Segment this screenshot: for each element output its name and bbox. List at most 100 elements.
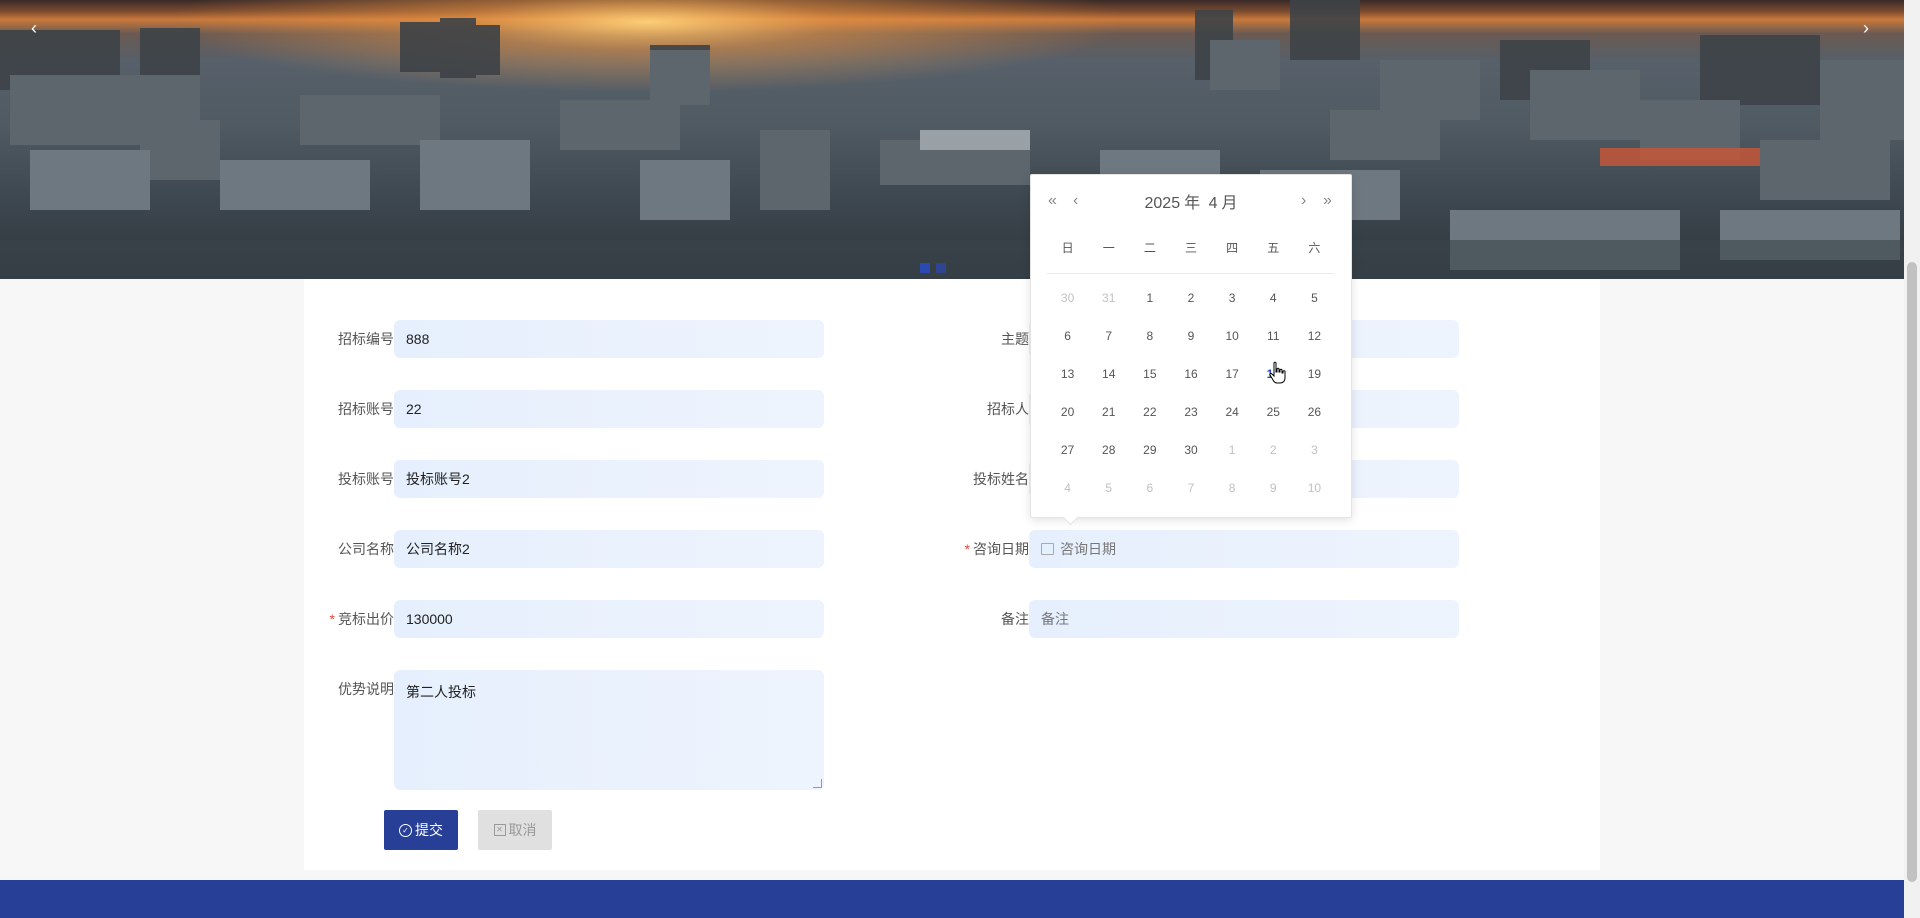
calendar-day[interactable]: 13 (1047, 355, 1088, 393)
hand-cursor-icon (1269, 361, 1286, 384)
bid-number-input[interactable]: 888 (394, 320, 824, 358)
picker-month[interactable]: 4 (1209, 195, 1218, 212)
label-bid-number: 招标编号 (338, 331, 394, 347)
calendar-day[interactable]: 6 (1129, 469, 1170, 507)
weekday-label: 三 (1184, 241, 1197, 255)
label-company-name: 公司名称 (338, 541, 394, 557)
banner-prev-arrow[interactable]: ‹ (22, 16, 46, 40)
next-year-button[interactable]: » (1323, 191, 1332, 211)
cancel-label: 取消 (508, 822, 537, 838)
page-footer (0, 880, 1904, 918)
weekday-label: 二 (1143, 241, 1156, 255)
weekday-label: 一 (1102, 241, 1115, 255)
label-remark: 备注 (1001, 611, 1029, 627)
calendar-day[interactable]: 9 (1170, 317, 1211, 355)
page-scrollbar[interactable] (1904, 0, 1920, 918)
weekday-header: 日 一 二 三 四 五 六 (1047, 239, 1335, 256)
calendar-day[interactable]: 30 (1170, 431, 1211, 469)
city-skyline-image (0, 0, 1904, 279)
required-mark: * (329, 611, 335, 627)
bid-price-input[interactable]: 130000 (394, 600, 824, 638)
calendar-day[interactable]: 4 (1253, 279, 1294, 317)
calendar-day[interactable]: 23 (1170, 393, 1211, 431)
date-picker-popup: « ‹ 2025 年 4月 › » 日 一 二 三 四 五 六 30 31 1 2 3 4 5… (1030, 174, 1352, 526)
calendar-day[interactable]: 19 (1294, 355, 1335, 393)
calendar-day[interactable]: 6 (1047, 317, 1088, 355)
company-name-input[interactable]: 公司名称2 (394, 530, 824, 568)
calendar-day[interactable]: 10 (1294, 469, 1335, 507)
calendar-day[interactable]: 22 (1129, 393, 1170, 431)
calendar-day[interactable]: 24 (1212, 393, 1253, 431)
advantage-text: 第二人投标 (406, 684, 476, 700)
weekday-label: 五 (1267, 241, 1280, 255)
label-advantage: 优势说明 (338, 681, 394, 697)
consult-date-input[interactable]: 咨询日期 (1029, 530, 1459, 568)
calendar-day[interactable]: 16 (1170, 355, 1211, 393)
advantage-textarea[interactable]: 第二人投标 (394, 670, 824, 790)
submit-label: 提交 (415, 822, 443, 838)
calendar-day[interactable]: 31 (1088, 279, 1129, 317)
picker-divider (1047, 273, 1335, 274)
calendar-day[interactable]: 30 (1047, 279, 1088, 317)
resize-handle[interactable] (813, 779, 822, 788)
required-mark: * (964, 541, 970, 557)
calendar-day[interactable]: 29 (1129, 431, 1170, 469)
weekday-label: 日 (1061, 241, 1074, 255)
calendar-day[interactable]: 25 (1253, 393, 1294, 431)
calendar-day[interactable]: 3 (1294, 431, 1335, 469)
weekday-label: 四 (1226, 241, 1239, 255)
calendar-day[interactable]: 3 (1212, 279, 1253, 317)
close-square-icon: ✕ (493, 824, 506, 836)
next-month-button[interactable]: › (1301, 191, 1306, 211)
calendar-day[interactable]: 27 (1047, 431, 1088, 469)
calendar-day[interactable]: 28 (1088, 431, 1129, 469)
calendar-day[interactable]: 7 (1170, 469, 1211, 507)
calendar-day[interactable]: 14 (1088, 355, 1129, 393)
calendar-day[interactable]: 4 (1047, 469, 1088, 507)
label-consult-date: * 咨询日期 (964, 541, 1029, 557)
label-bidder-name: 投标姓名 (973, 471, 1029, 487)
weekday-label: 六 (1308, 241, 1321, 255)
label-tenderer: 招标人 (987, 401, 1029, 417)
calendar-day[interactable]: 17 (1212, 355, 1253, 393)
hero-banner: ‹ › (0, 0, 1904, 279)
calendar-day[interactable]: 10 (1212, 317, 1253, 355)
cancel-button[interactable]: ✕ 取消 (478, 810, 552, 850)
banner-next-arrow[interactable]: › (1854, 16, 1878, 40)
bid-account-input[interactable]: 22 (394, 390, 824, 428)
bid-form-card: 招标编号 888 招标账号 22 投标账号 投标账号2 公司名称 公司名称2 *… (304, 279, 1600, 870)
calendar-day[interactable]: 5 (1088, 469, 1129, 507)
calendar-day[interactable]: 26 (1294, 393, 1335, 431)
calendar-day[interactable]: 11 (1253, 317, 1294, 355)
picker-year[interactable]: 2025 (1145, 195, 1181, 212)
calendar-day[interactable]: 20 (1047, 393, 1088, 431)
calendar-day[interactable]: 7 (1088, 317, 1129, 355)
tender-account-input[interactable]: 投标账号2 (394, 460, 824, 498)
day-grid: 30 31 1 2 3 4 5 6 7 8 9 10 11 12 13 14 15 16 17 18 19 20 21 22 2… (1047, 279, 1335, 507)
calendar-day[interactable]: 15 (1129, 355, 1170, 393)
label-subject: 主题 (1001, 331, 1029, 347)
calendar-icon (1041, 543, 1054, 555)
calendar-day[interactable]: 21 (1088, 393, 1129, 431)
calendar-day[interactable]: 9 (1253, 469, 1294, 507)
calendar-day[interactable]: 2 (1170, 279, 1211, 317)
consult-date-placeholder: 咨询日期 (1060, 541, 1116, 557)
calendar-day[interactable]: 8 (1212, 469, 1253, 507)
picker-month-suffix: 月 (1221, 195, 1238, 212)
banner-dot[interactable] (936, 263, 946, 273)
calendar-day[interactable]: 12 (1294, 317, 1335, 355)
label-bid-account: 招标账号 (338, 401, 394, 417)
banner-pagination (920, 263, 946, 273)
calendar-day[interactable]: 2 (1253, 431, 1294, 469)
label-tender-account: 投标账号 (338, 471, 394, 487)
check-circle-icon: ✓ (399, 823, 412, 837)
calendar-day[interactable]: 5 (1294, 279, 1335, 317)
calendar-day[interactable]: 8 (1129, 317, 1170, 355)
remark-input[interactable]: 备注 (1029, 600, 1459, 638)
label-bid-price: * 竞标出价 (329, 611, 394, 627)
scrollbar-thumb[interactable] (1907, 262, 1917, 882)
banner-dot[interactable] (920, 263, 930, 273)
submit-button[interactable]: ✓ 提交 (384, 810, 458, 850)
calendar-day[interactable]: 1 (1212, 431, 1253, 469)
calendar-day[interactable]: 1 (1129, 279, 1170, 317)
